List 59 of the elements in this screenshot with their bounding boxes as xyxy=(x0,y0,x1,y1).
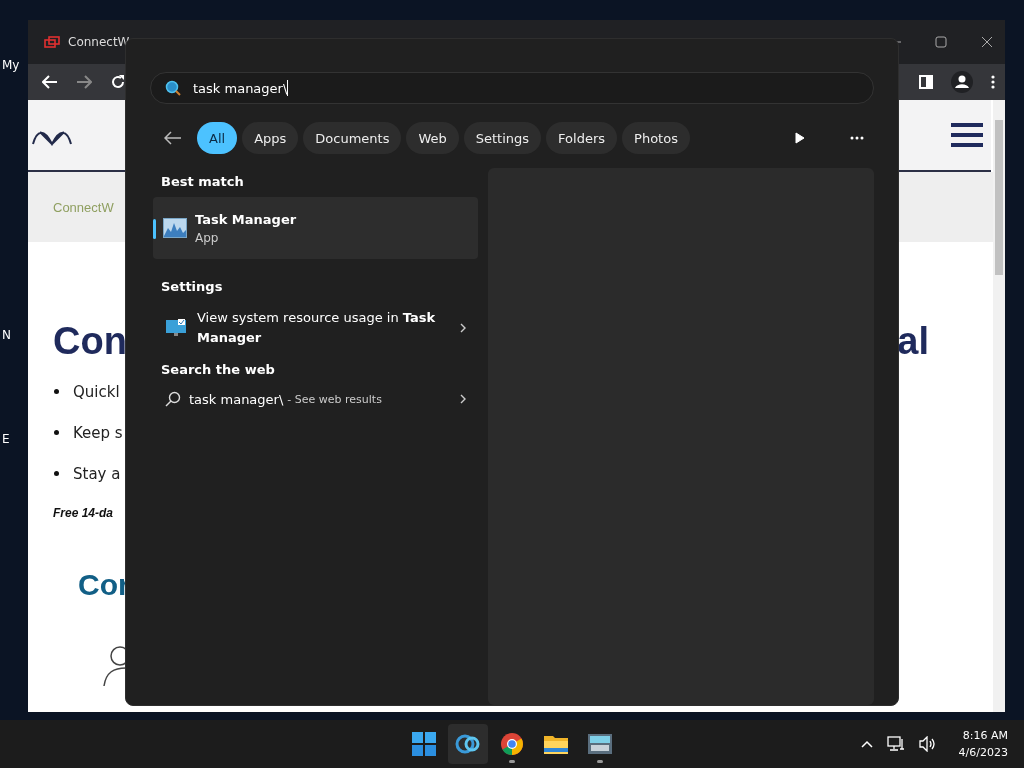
caret-icon[interactable] xyxy=(860,740,873,748)
keyboard-window-icon xyxy=(587,733,613,755)
speaker-icon[interactable] xyxy=(918,736,937,752)
filter-chip[interactable]: All xyxy=(197,122,238,154)
page-heading: Con xyxy=(53,320,127,363)
search-icon xyxy=(165,80,181,96)
four-squares-icon xyxy=(412,732,436,756)
close-icon[interactable] xyxy=(981,36,993,48)
clock[interactable]: 8:16 AM 4/6/2023 xyxy=(958,729,1008,759)
scrollbar[interactable] xyxy=(993,100,1005,712)
desktop-icon-label[interactable]: N xyxy=(0,328,24,342)
back-icon[interactable] xyxy=(42,75,58,89)
bullet-text: Keep s xyxy=(73,423,123,442)
filter-chip[interactable]: Photos xyxy=(622,122,690,154)
section-heading: Settings xyxy=(160,278,224,296)
bullet-text: Stay a xyxy=(73,464,121,483)
menu-icon[interactable] xyxy=(951,123,983,147)
play-icon[interactable] xyxy=(795,132,805,144)
chevron-icon xyxy=(460,323,466,333)
desktop-icon-label[interactable]: My xyxy=(0,58,24,72)
menu-icon[interactable] xyxy=(991,75,995,89)
search-field[interactable]: task manager\ xyxy=(150,72,874,104)
search-icon xyxy=(165,391,181,407)
section-heading: Search the web xyxy=(160,361,276,379)
filter-chip[interactable]: Apps xyxy=(242,122,299,154)
side-panel-icon[interactable] xyxy=(919,75,933,89)
bullet-text: Quickl xyxy=(73,382,120,401)
reload-icon[interactable] xyxy=(110,74,126,90)
bullet-icon xyxy=(54,430,59,435)
filter-chip[interactable]: Settings xyxy=(463,122,542,154)
desktop-icon-label[interactable]: E xyxy=(0,432,24,446)
more-icon[interactable] xyxy=(850,136,864,140)
result-item[interactable]: Task Manager App xyxy=(153,197,478,259)
folder-icon xyxy=(543,733,569,755)
network-icon[interactable] xyxy=(886,736,905,752)
taskbar-app[interactable] xyxy=(448,724,488,764)
filter-chip[interactable]: Web xyxy=(406,122,459,154)
chevron-icon xyxy=(460,394,466,404)
filter-chip[interactable]: Documents xyxy=(303,122,402,154)
result-subtitle: App xyxy=(195,230,220,245)
result-item[interactable]: task manager\ - See web results xyxy=(153,385,478,415)
profile-icon[interactable] xyxy=(951,71,973,93)
result-item[interactable]: View system resource usage in Task Manager xyxy=(153,302,478,356)
trial-note: Free 14-da xyxy=(52,505,115,520)
monitor-icon xyxy=(165,318,187,338)
chart-window-icon xyxy=(163,218,187,238)
maximize-icon[interactable] xyxy=(935,36,947,48)
browser-icon xyxy=(500,732,524,756)
forward-icon[interactable] xyxy=(76,75,92,89)
section-heading: Best match xyxy=(160,173,245,191)
page-heading: al xyxy=(896,320,929,363)
result-title: Task Manager xyxy=(195,211,297,227)
filter-chip[interactable]: Folders xyxy=(546,122,618,154)
bullet-icon xyxy=(54,389,59,394)
bullet-icon xyxy=(54,471,59,476)
back-arrow-icon[interactable] xyxy=(164,131,182,145)
browser-tab[interactable]: ConnectW xyxy=(44,35,130,49)
window-icon xyxy=(44,36,60,48)
section-heading: Cor xyxy=(77,567,131,602)
